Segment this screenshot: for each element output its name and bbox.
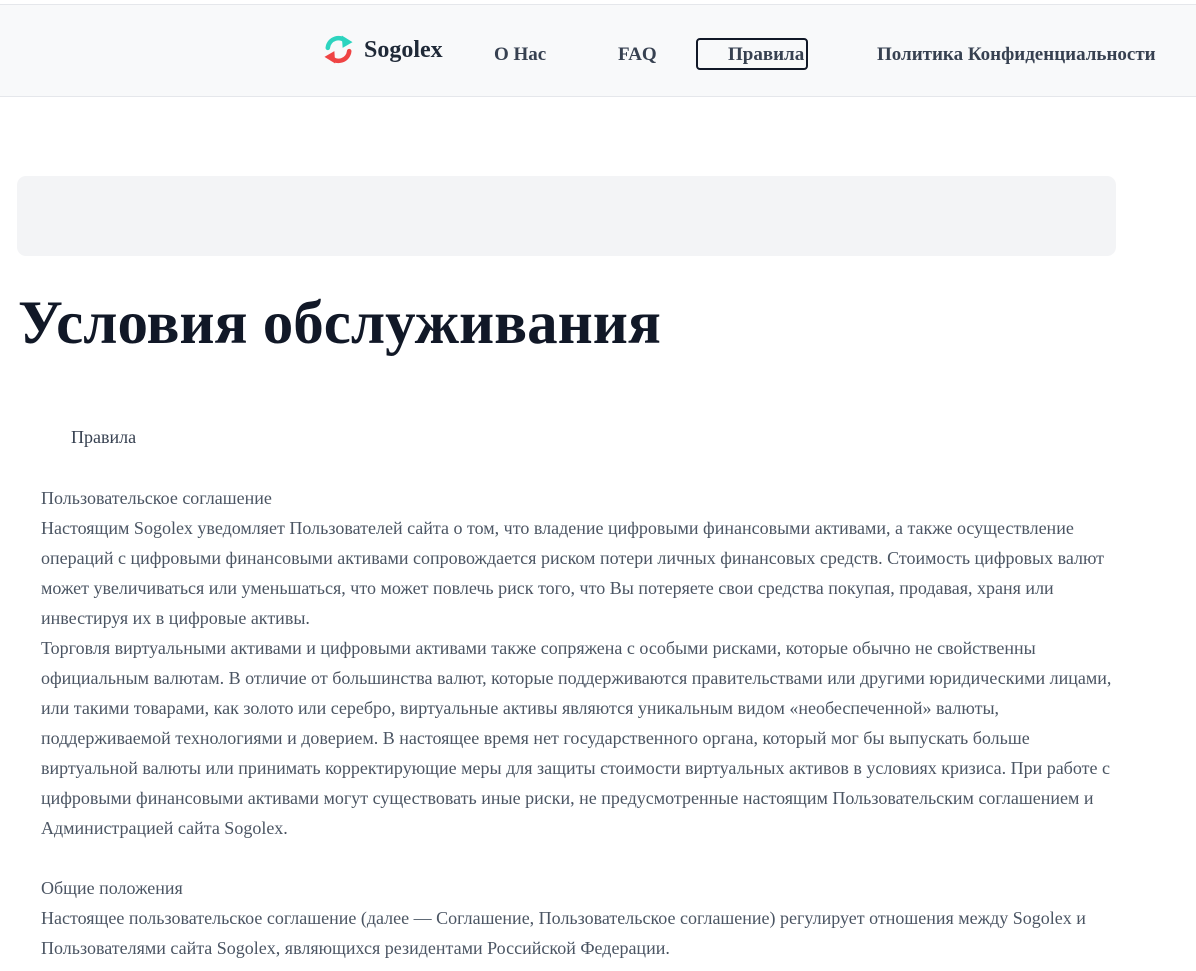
top-navigation-bar: Sogolex О Нас FAQ Правила Политика Конфи… (0, 4, 1196, 97)
paragraph-virtual-assets-risks: Торговля виртуальными активами и цифровы… (41, 638, 1112, 838)
banner-placeholder (17, 176, 1116, 256)
brand-name: Sogolex (364, 36, 443, 63)
exchange-arrows-logo-icon (324, 35, 353, 64)
page-title: Условия обслуживания (18, 290, 661, 357)
section-heading-user-agreement: Пользовательское соглашение (41, 488, 272, 508)
paragraph-agreement-scope: Настоящее пользовательское соглашение (д… (41, 908, 1086, 958)
nav-link-privacy-policy[interactable]: Политика Конфиденциальности (877, 39, 1156, 71)
brand-home-link[interactable]: Sogolex (322, 33, 443, 66)
terms-content: Пользовательское соглашение Настоящим So… (41, 483, 1131, 963)
section-heading-general-provisions: Общие положения (41, 878, 183, 898)
nav-link-rules[interactable]: Правила (696, 38, 808, 70)
nav-link-about[interactable]: О Нас (494, 39, 546, 71)
rules-label: Правила (71, 427, 137, 447)
paragraph-risk-warning: Настоящим Sogolex уведомляет Пользовател… (41, 518, 1105, 628)
nav-link-faq[interactable]: FAQ (618, 39, 657, 71)
